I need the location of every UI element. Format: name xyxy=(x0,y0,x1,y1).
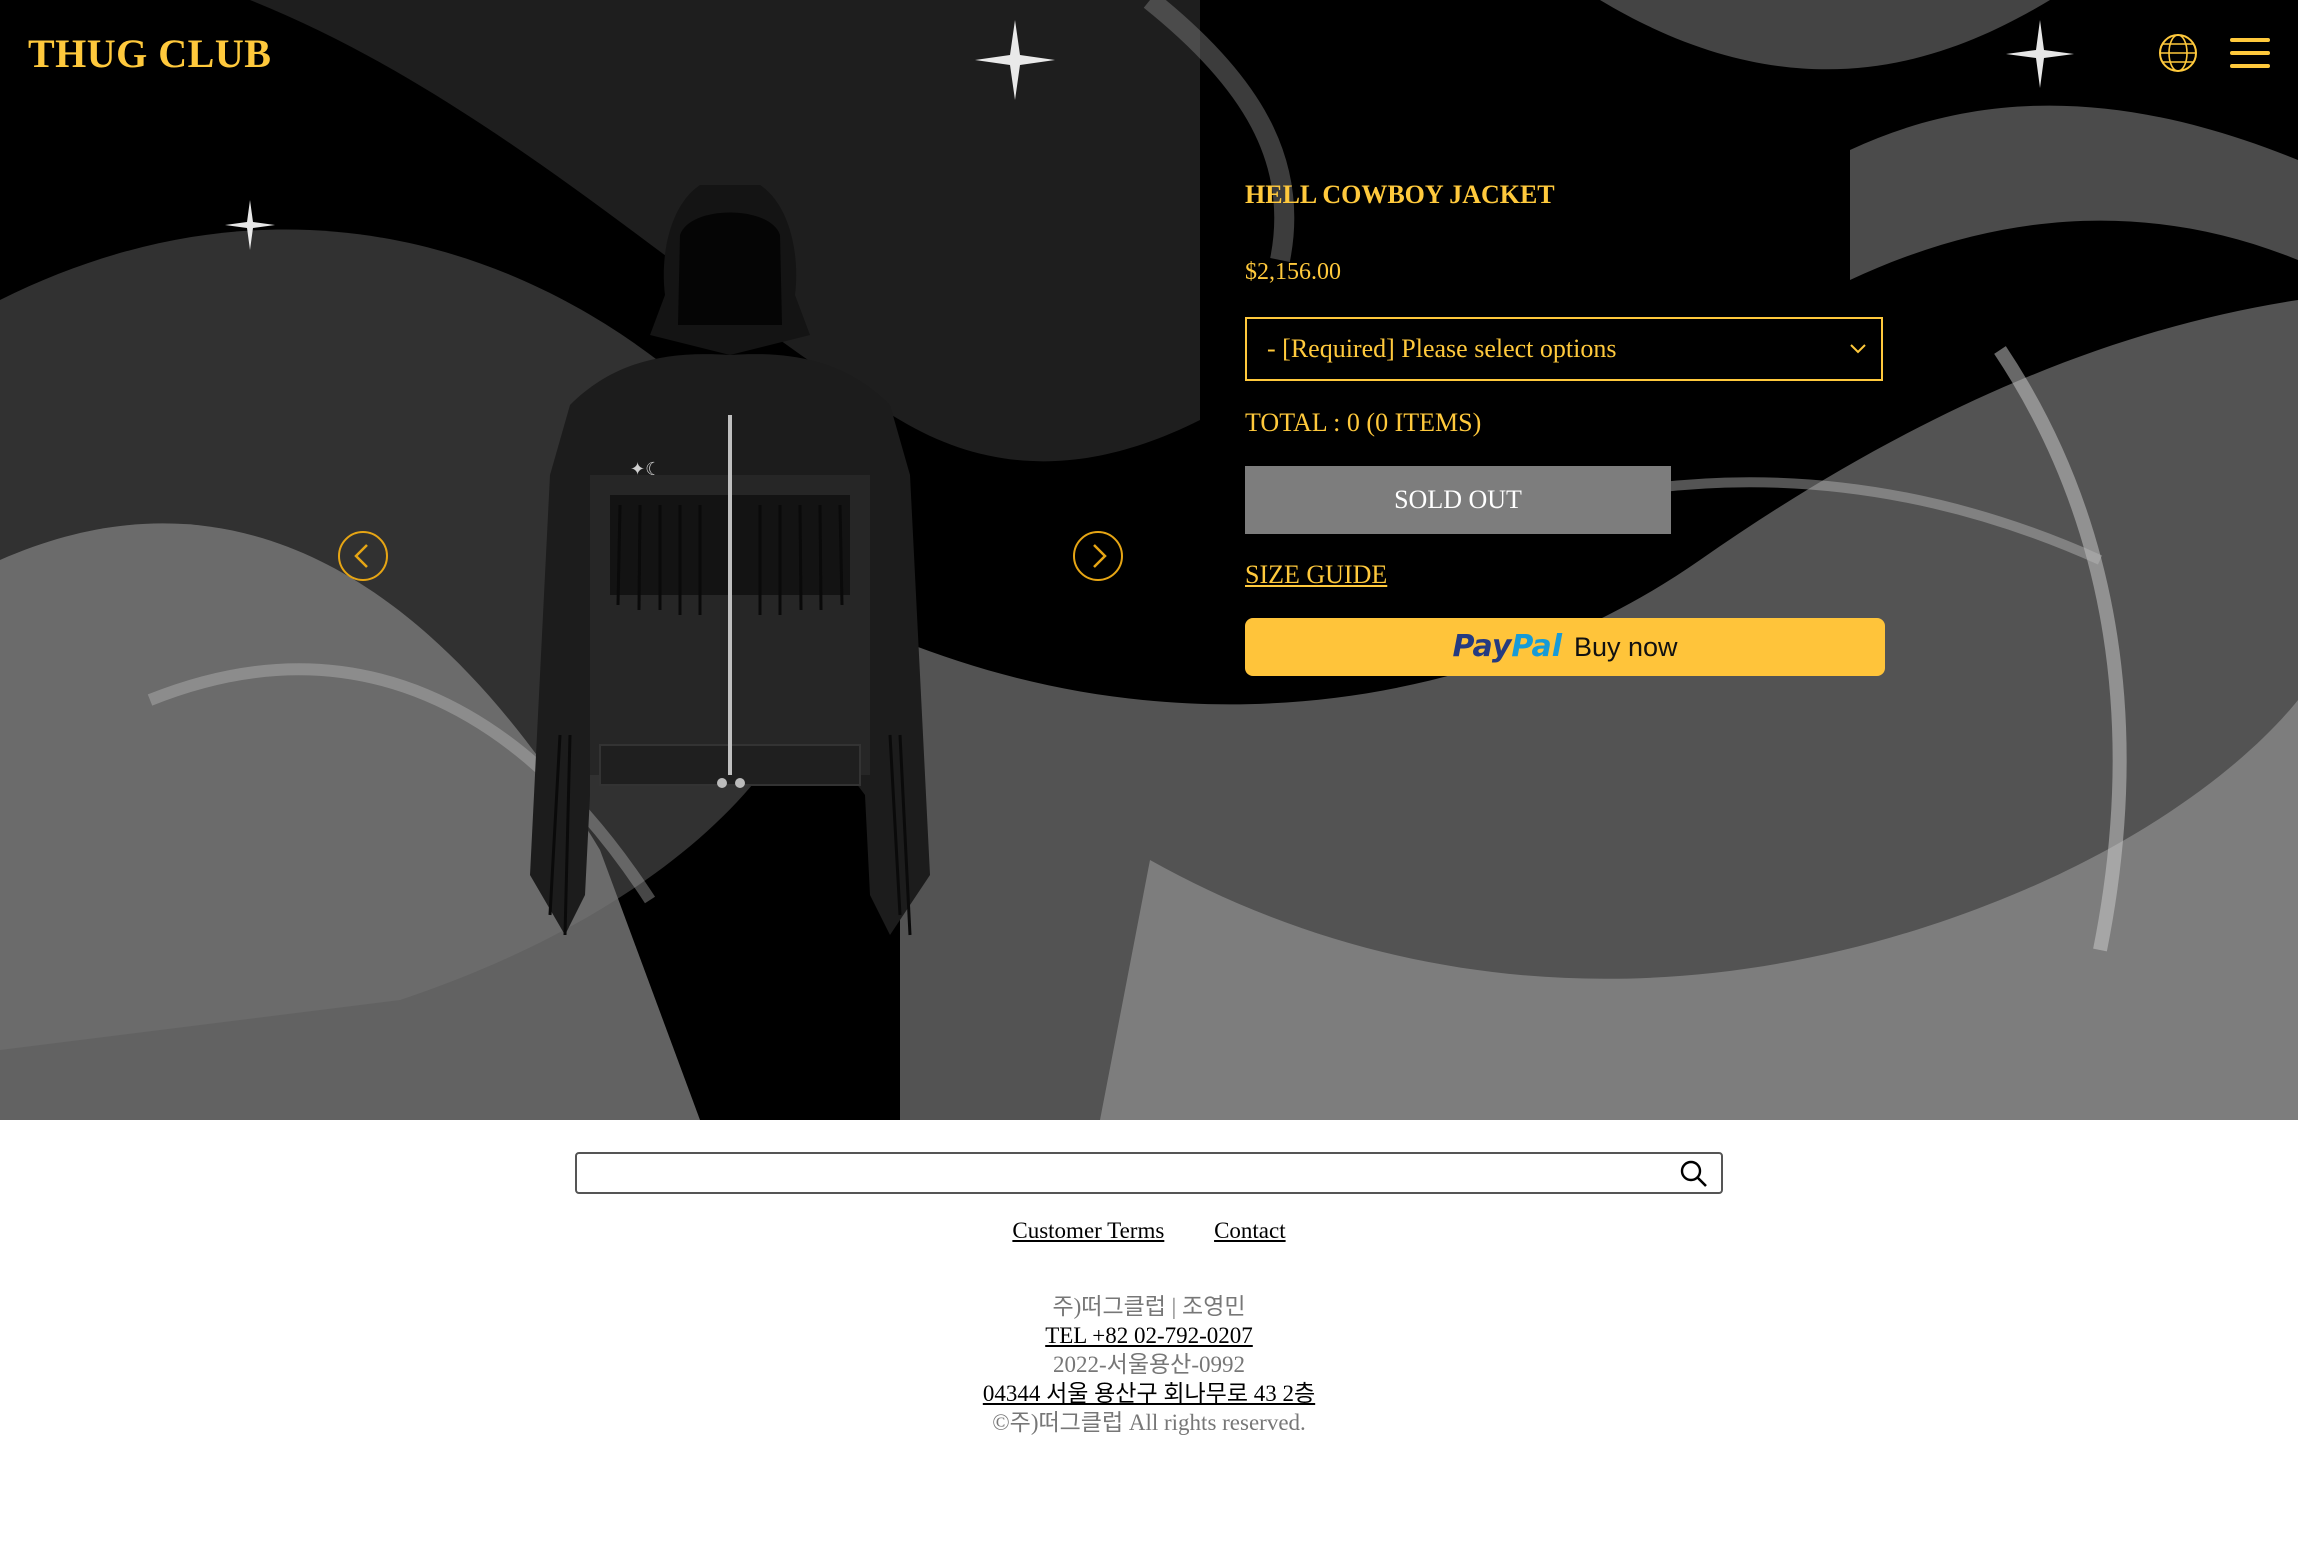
customer-terms-link[interactable]: Customer Terms xyxy=(1012,1218,1164,1243)
option-select[interactable]: - [Required] Please select options xyxy=(1245,317,1883,381)
brand-logo[interactable]: THUG CLUB xyxy=(28,30,271,77)
product-image: ✦☾ xyxy=(530,185,930,936)
chevron-left-icon[interactable] xyxy=(338,531,388,581)
business-registration: 2022-서울용산-0992 xyxy=(1053,1352,1245,1377)
product-title: HELL COWBOY JACKET xyxy=(1245,180,1555,209)
paypal-buy-now-label: Buy now xyxy=(1574,632,1678,662)
product-hero: THUG CLUB ✦☾ HELL COWBOY JACKET $2,156.0… xyxy=(0,0,2298,1120)
copyright: ©주)떠그클럽 All rights reserved. xyxy=(992,1410,1306,1435)
paypal-buy-now-button[interactable]: PayPal Buy now xyxy=(1245,618,1885,676)
hamburger-menu-icon[interactable] xyxy=(2230,38,2270,70)
company-info: 주)떠그클럽 | 조영민 TEL +82 02-792-0207 2022-서울… xyxy=(0,1292,2298,1437)
contact-link[interactable]: Contact xyxy=(1214,1218,1286,1243)
order-total: TOTAL : 0 (0 ITEMS) xyxy=(1245,408,1482,437)
tel-link[interactable]: TEL +82 02-792-0207 xyxy=(1045,1323,1253,1348)
footer-links: Customer Terms Contact xyxy=(0,1218,2298,1244)
chevron-right-icon[interactable] xyxy=(1073,531,1123,581)
address-link[interactable]: 04344 서울 용산구 회나무로 43 2층 xyxy=(983,1381,1315,1406)
size-guide-link[interactable]: SIZE GUIDE xyxy=(1245,560,1387,590)
chevron-down-icon xyxy=(1850,344,1866,354)
search-icon[interactable] xyxy=(1679,1159,1709,1189)
paypal-logo: PayPal xyxy=(1452,629,1562,664)
svg-text:✦☾: ✦☾ xyxy=(630,459,661,480)
search-input[interactable] xyxy=(575,1152,1723,1194)
globe-icon[interactable] xyxy=(2158,33,2198,73)
option-select-value: - [Required] Please select options xyxy=(1267,334,1617,363)
sold-out-button[interactable]: SOLD OUT xyxy=(1245,466,1671,534)
product-price: $2,156.00 xyxy=(1245,259,1341,285)
company-name: 주)떠그클럽 | 조영민 xyxy=(1052,1294,1246,1319)
